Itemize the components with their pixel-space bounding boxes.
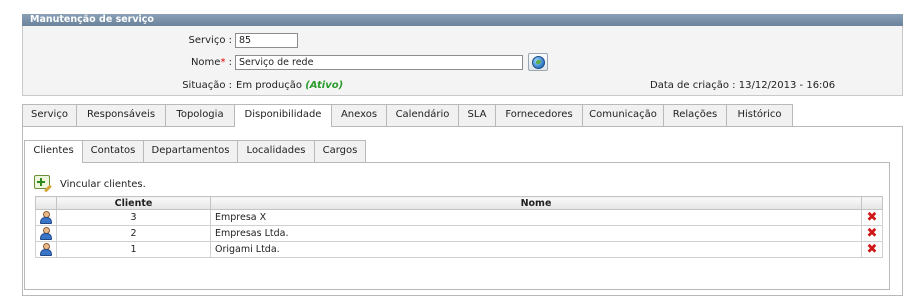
row-icon-cell [35,225,57,242]
tab-relacoes[interactable]: Relações [663,104,727,126]
subtab-clientes[interactable]: Clientes [24,140,83,163]
action-column-header [861,196,883,210]
nome-cell: Origami Ltda. [210,241,862,258]
tab-sla[interactable]: SLA [458,104,496,126]
row-icon-cell [35,241,57,258]
user-icon [40,243,52,256]
row-icon-cell [35,209,57,226]
clients-table: Cliente Nome 3 Empresa X ✖ 2 Empresas Ltda. ✖… [35,196,883,258]
add-link-icon[interactable] [34,175,52,193]
nome-label-colon: : [225,57,232,68]
tab-topologia[interactable]: Topologia [165,104,235,126]
nome-field[interactable]: Serviço de rede [235,55,523,70]
nome-label: Nome* : [140,57,232,68]
subtab-localidades[interactable]: Localidades [237,140,315,162]
tab-responsaveis[interactable]: Responsáveis [76,104,166,126]
creation-date-value: 13/12/2013 - 16:06 [738,80,836,91]
situacao-value: Em produção (Ativo) [236,80,343,91]
tab-disponibilidade[interactable]: Disponibilidade [234,104,332,127]
creation-date: Data de criação : 13/12/2013 - 16:06 [650,80,835,91]
tab-fornecedores[interactable]: Fornecedores [495,104,583,126]
icon-column-header [35,196,57,210]
delete-cell: ✖ [861,225,883,242]
subtab-contatos[interactable]: Contatos [82,140,144,162]
nome-column-header[interactable]: Nome [210,196,862,210]
delete-icon[interactable]: ✖ [866,243,878,256]
tab-historico[interactable]: Histórico [726,104,793,126]
user-icon [40,211,52,224]
delete-cell: ✖ [861,241,883,258]
globe-icon [532,56,545,69]
link-clients-button[interactable]: Vincular clientes. [60,179,146,190]
cliente-cell: 2 [56,225,211,242]
user-icon [40,227,52,240]
cliente-cell: 3 [56,209,211,226]
cliente-cell: 1 [56,241,211,258]
table-row[interactable]: 2 Empresas Ltda. ✖ [35,225,883,242]
servico-field[interactable]: 85 [235,33,298,48]
delete-icon[interactable]: ✖ [866,211,878,224]
situacao-label: Situação : [182,80,232,91]
cliente-column-header[interactable]: Cliente [56,196,211,210]
subtab-departamentos[interactable]: Departamentos [143,140,238,162]
nome-cell: Empresas Ltda. [210,225,862,242]
tab-servico[interactable]: Serviço [22,104,77,126]
servico-label: Serviço : [188,35,232,46]
web-lookup-button[interactable] [528,53,548,71]
situacao-text: Em produção [236,80,303,91]
tab-calendario[interactable]: Calendário [386,104,459,126]
table-row[interactable]: 1 Origami Ltda. ✖ [35,241,883,258]
panel-title: Manutenção de serviço [22,14,903,26]
delete-icon[interactable]: ✖ [866,227,878,240]
tab-comunicacao[interactable]: Comunicação [582,104,664,126]
table-row[interactable]: 3 Empresa X ✖ [35,209,883,226]
subtab-cargos[interactable]: Cargos [314,140,366,162]
nome-cell: Empresa X [210,209,862,226]
creation-date-label: Data de criação : [650,80,736,91]
tab-anexos[interactable]: Anexos [331,104,387,126]
delete-cell: ✖ [861,209,883,226]
table-header-row: Cliente Nome [35,196,883,210]
nome-label-text: Nome [190,57,221,68]
status-badge: (Ativo) [305,80,344,91]
